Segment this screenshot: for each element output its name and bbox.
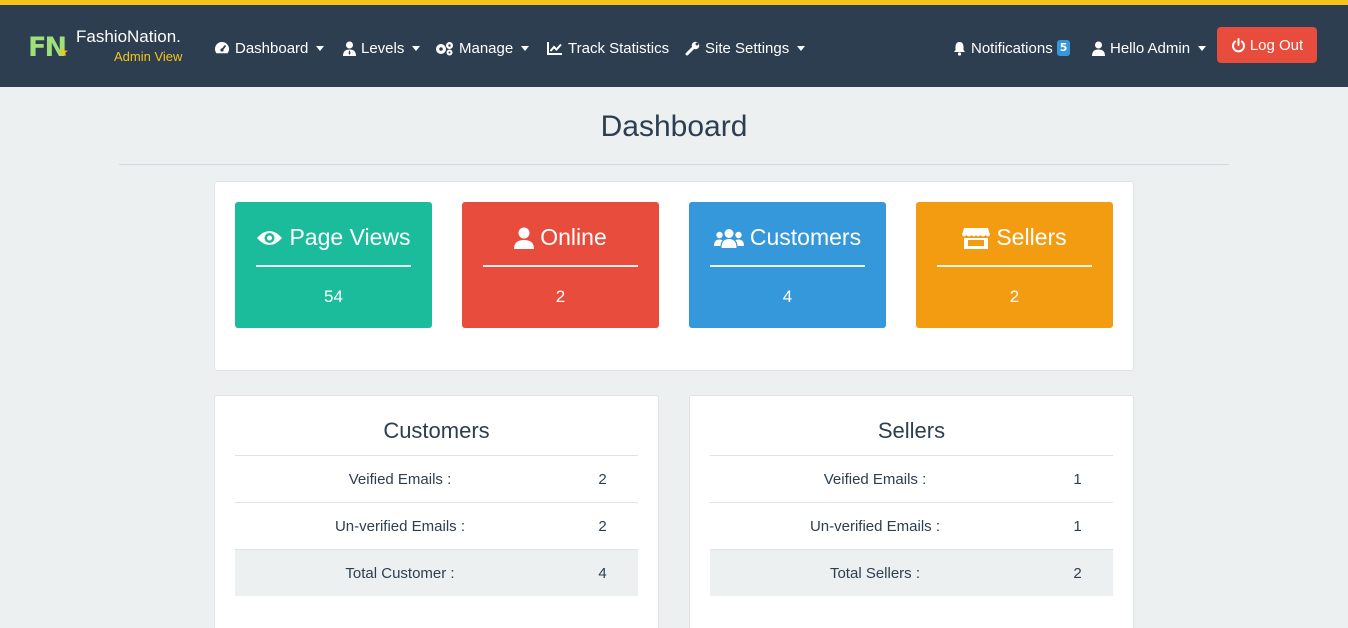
sellers-summary-title: Sellers: [877, 418, 946, 443]
caret-down-icon: [797, 45, 806, 51]
row-label: Total Customer :: [345, 565, 455, 582]
bell-icon: [954, 41, 965, 56]
navbar: FN ★ FashioNation. Admin View Dashboard …: [0, 5, 1348, 87]
store-icon: [962, 227, 991, 249]
stat-online-value: 2: [555, 287, 566, 306]
brand-name: FashioNation.: [76, 27, 181, 46]
nav-dashboard-label: Dashboard: [235, 39, 309, 57]
logout-label: Log Out: [1249, 36, 1304, 54]
nav-dashboard-dropdown[interactable]: Dashboard: [214, 38, 325, 58]
row-value: 4: [598, 565, 607, 582]
nav-user-dropdown[interactable]: Hello Admin: [1092, 38, 1207, 58]
tachometer-icon: [215, 42, 229, 54]
stat-page-views: Page Views 54: [235, 202, 432, 328]
caret-down-icon: [1198, 45, 1207, 51]
row-label: Un-verified Emails :: [809, 518, 941, 535]
customers-summary-card: Customers Veified Emails : 2 Un-verified…: [214, 395, 659, 628]
star-icon: ★: [58, 45, 69, 59]
caret-down-icon: [521, 45, 530, 51]
page-title: Dashboard: [600, 110, 748, 143]
stat-customers-header: Customers: [689, 224, 886, 251]
nav-site-settings-label: Site Settings: [705, 39, 790, 57]
user-icon: [514, 227, 535, 249]
stat-sellers-header: Sellers: [916, 224, 1113, 251]
table-row: Un-verified Emails : 2: [235, 502, 638, 549]
row-label: Un-verified Emails :: [334, 518, 466, 535]
nav-user-label: Hello Admin: [1110, 39, 1191, 57]
chart-line-icon: [547, 42, 562, 55]
row-value: 2: [1073, 565, 1082, 582]
sellers-summary-card: Sellers Veified Emails : 1 Un-verified E…: [689, 395, 1134, 628]
stat-divider: [256, 265, 411, 267]
row-label: Veified Emails :: [348, 471, 452, 488]
stat-online-label: Online: [540, 224, 607, 250]
user-tie-icon: [343, 41, 356, 56]
row-value: 1: [1073, 518, 1082, 535]
stat-customers-label: Customers: [749, 224, 862, 250]
nav-track-statistics-label: Track Statistics: [568, 39, 670, 57]
table-row: Veified Emails : 1: [710, 455, 1113, 502]
nav-notifications-link[interactable]: Notifications 5: [953, 38, 1071, 58]
stat-online-header: Online: [462, 224, 659, 251]
nav-levels-label: Levels: [361, 39, 405, 57]
stat-page-views-value: 54: [324, 287, 343, 306]
customers-summary-title: Customers: [383, 418, 490, 443]
brand-subtitle: Admin View: [114, 49, 183, 64]
nav-levels-dropdown[interactable]: Levels: [343, 38, 421, 58]
stat-sellers: Sellers 2: [916, 202, 1113, 328]
stat-online: Online 2: [462, 202, 659, 328]
eye-icon: [257, 230, 283, 245]
nav-track-statistics-link[interactable]: Track Statistics: [547, 38, 669, 58]
table-row-total: Total Customer : 4: [235, 549, 638, 596]
users-icon: [713, 228, 744, 248]
stat-divider: [710, 265, 865, 267]
stat-sellers-label: Sellers: [996, 224, 1067, 250]
row-label: Veified Emails :: [823, 471, 927, 488]
table-row: Veified Emails : 2: [235, 455, 638, 502]
wrench-icon: [685, 41, 700, 55]
stat-divider: [937, 265, 1092, 267]
sellers-summary-table: Veified Emails : 1 Un-verified Emails : …: [710, 455, 1113, 596]
cogs-icon: [436, 41, 453, 55]
customers-summary-table: Veified Emails : 2 Un-verified Emails : …: [235, 455, 638, 596]
nav-manage-dropdown[interactable]: Manage: [435, 38, 530, 58]
nav-manage-label: Manage: [459, 39, 514, 57]
stat-customers-value: 4: [782, 287, 793, 306]
title-divider: [119, 164, 1229, 165]
stat-page-views-label: Page Views: [289, 224, 411, 250]
row-label: Total Sellers :: [829, 565, 921, 582]
caret-down-icon: [412, 45, 421, 51]
brand-logo-link[interactable]: FN ★ FashioNation. Admin View: [28, 27, 198, 67]
nav-site-settings-dropdown[interactable]: Site Settings: [685, 38, 806, 58]
row-value: 1: [1073, 471, 1082, 488]
stat-page-views-header: Page Views: [235, 224, 432, 251]
stat-customers: Customers 4: [689, 202, 886, 328]
stat-divider: [483, 265, 638, 267]
row-value: 2: [598, 471, 607, 488]
table-row-total: Total Sellers : 2: [710, 549, 1113, 596]
nav-notifications-label: Notifications: [971, 39, 1053, 57]
caret-down-icon: [316, 45, 325, 51]
table-row: Un-verified Emails : 1: [710, 502, 1113, 549]
row-value: 2: [598, 518, 607, 535]
user-icon: [1092, 41, 1105, 56]
notifications-count-badge: 5: [1056, 40, 1071, 56]
power-icon: [1231, 37, 1245, 52]
stat-sellers-value: 2: [1009, 287, 1020, 306]
logout-button[interactable]: Log Out: [1217, 27, 1317, 63]
